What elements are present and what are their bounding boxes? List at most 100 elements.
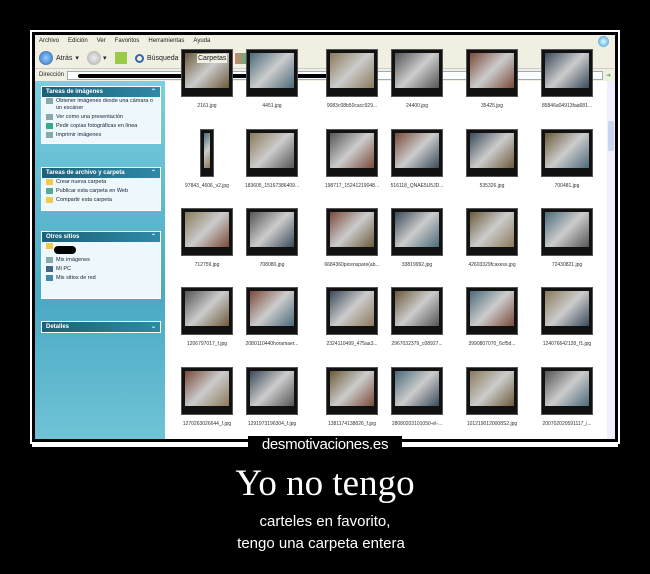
toolbar: Atrás▾ ▾ Búsqueda Carpetas ▾ [35,47,615,69]
forward-dropdown-icon[interactable]: ▾ [103,54,107,63]
menu-bar: Archivo Edición Ver Favoritos Herramient… [35,35,615,47]
thumbnail-image [250,212,294,247]
image-thumbnail[interactable] [181,367,233,415]
task-share[interactable]: Compartir esta carpeta [42,196,160,210]
thumbnail-image [395,133,439,168]
thumbnail-image [330,371,374,406]
menu-archivo[interactable]: Archivo [39,38,59,44]
search-button[interactable]: Búsqueda [135,51,180,65]
address-bar: Dirección ➔ [35,69,615,81]
poster-title: Yo no tengo [235,463,415,504]
image-thumbnail[interactable] [246,49,298,97]
thumbnail-image [330,133,374,168]
details-panel: Detalles ⌄ [41,321,161,333]
image-thumbnail[interactable] [391,49,443,97]
image-thumbnail[interactable] [246,129,298,177]
image-thumbnail[interactable] [466,129,518,177]
thumbnail-image [204,133,210,168]
image-thumbnail[interactable] [326,287,378,335]
back-label: Atrás [55,53,74,63]
file-name: 85846a04913faa681... [541,103,593,109]
thumbnail-image [470,53,514,88]
task-slideshow[interactable]: Ver como una presentación [42,113,160,122]
file-tasks-header[interactable]: Tareas de archivo y carpeta ⌃ [42,168,160,178]
image-thumbnail[interactable] [391,287,443,335]
image-thumbnail[interactable] [181,208,233,256]
place-network[interactable]: Mis sitios de red [42,274,160,283]
task-print[interactable]: Imprimir imágenes [42,131,160,143]
file-name: 4451.jpg [262,103,282,109]
task-order-prints[interactable]: Pedir copias fotográficas en línea [42,122,160,131]
file-name: 2967032379_c08927... [391,341,443,347]
expand-icon[interactable]: ⌄ [151,323,156,330]
menu-favoritos[interactable]: Favoritos [115,38,140,44]
thumbnail-image [250,133,294,168]
vertical-scrollbar[interactable] [607,81,615,439]
image-thumbnail[interactable] [181,287,233,335]
globe-icon [46,123,53,129]
place-redacted[interactable] [42,242,160,256]
file-name: 3990807070_6cf5d... [468,341,516,347]
image-thumbnail[interactable] [466,367,518,415]
thumbnail-image [330,53,374,88]
image-thumbnail[interactable] [466,287,518,335]
watermark-text: desmotivaciones.es [248,436,402,454]
go-button[interactable]: ➔ [606,72,611,79]
back-button[interactable]: Atrás ▾ [39,51,79,65]
menu-edicion[interactable]: Edición [68,38,88,44]
forward-button[interactable]: ▾ [87,51,107,65]
image-thumbnail[interactable] [246,367,298,415]
image-thumbnail[interactable] [391,367,443,415]
task-pane: Tareas de imágenes ⌃ Obtener imágenes des… [35,81,165,439]
image-thumbnail[interactable] [466,49,518,97]
share-folder-icon [46,197,53,203]
image-thumbnail[interactable] [541,49,593,97]
thumbnail-image [250,53,294,88]
collapse-icon[interactable]: ⌃ [151,233,156,240]
image-thumbnail[interactable] [200,129,214,177]
collapse-icon[interactable]: ⌃ [151,169,156,176]
details-header[interactable]: Detalles ⌄ [42,322,160,332]
image-thumbnail[interactable] [541,367,593,415]
image-thumbnail[interactable] [326,129,378,177]
up-folder-button[interactable] [115,51,127,65]
file-name: 33819992.jpg [401,262,433,268]
menu-ayuda[interactable]: Ayuda [193,38,210,44]
search-label: Búsqueda [146,53,180,63]
image-thumbnail[interactable] [466,208,518,256]
menu-ver[interactable]: Ver [97,38,106,44]
collapse-icon[interactable]: ⌃ [151,88,156,95]
address-label: Dirección [39,72,65,78]
thumbnail-image [545,371,589,406]
other-places-header[interactable]: Otros sitios ⌃ [42,232,160,242]
thumbnail-image [185,212,229,247]
place-my-pc[interactable]: Mi PC [42,265,160,274]
image-thumbnail[interactable] [246,208,298,256]
task-publish[interactable]: Publicar esta carpeta en Web [42,187,160,196]
file-name: 1291973196304_f.jpg [247,421,297,427]
image-thumbnail[interactable] [246,287,298,335]
image-thumbnail[interactable] [326,367,378,415]
up-folder-icon [115,52,127,64]
divider [398,444,618,447]
image-thumbnail[interactable] [391,129,443,177]
task-new-folder[interactable]: Crear nueva carpeta [42,178,160,187]
image-thumbnail[interactable] [541,129,593,177]
file-name: 712759.jpg [194,262,220,268]
image-thumbnail[interactable] [541,287,593,335]
file-name: 2324110499_475aa3... [326,341,378,347]
thumbnail-image [470,212,514,247]
back-dropdown-icon[interactable]: ▾ [75,54,79,63]
printer-icon [46,132,53,138]
thumbnail-image [545,133,589,168]
file-name: 2080110440horamaer... [245,341,299,347]
menu-herramientas[interactable]: Herramientas [148,38,184,44]
image-thumbnail[interactable] [391,208,443,256]
image-thumbnail[interactable] [326,49,378,97]
scroll-thumb[interactable] [608,121,614,151]
task-get-images[interactable]: Obtener imágenes desde una cámara o un e… [42,97,160,113]
image-thumbnail[interactable] [326,208,378,256]
image-thumbnail[interactable] [541,208,593,256]
image-tasks-header[interactable]: Tareas de imágenes ⌃ [42,87,160,97]
place-my-pictures[interactable]: Mis imágenes [42,256,160,265]
